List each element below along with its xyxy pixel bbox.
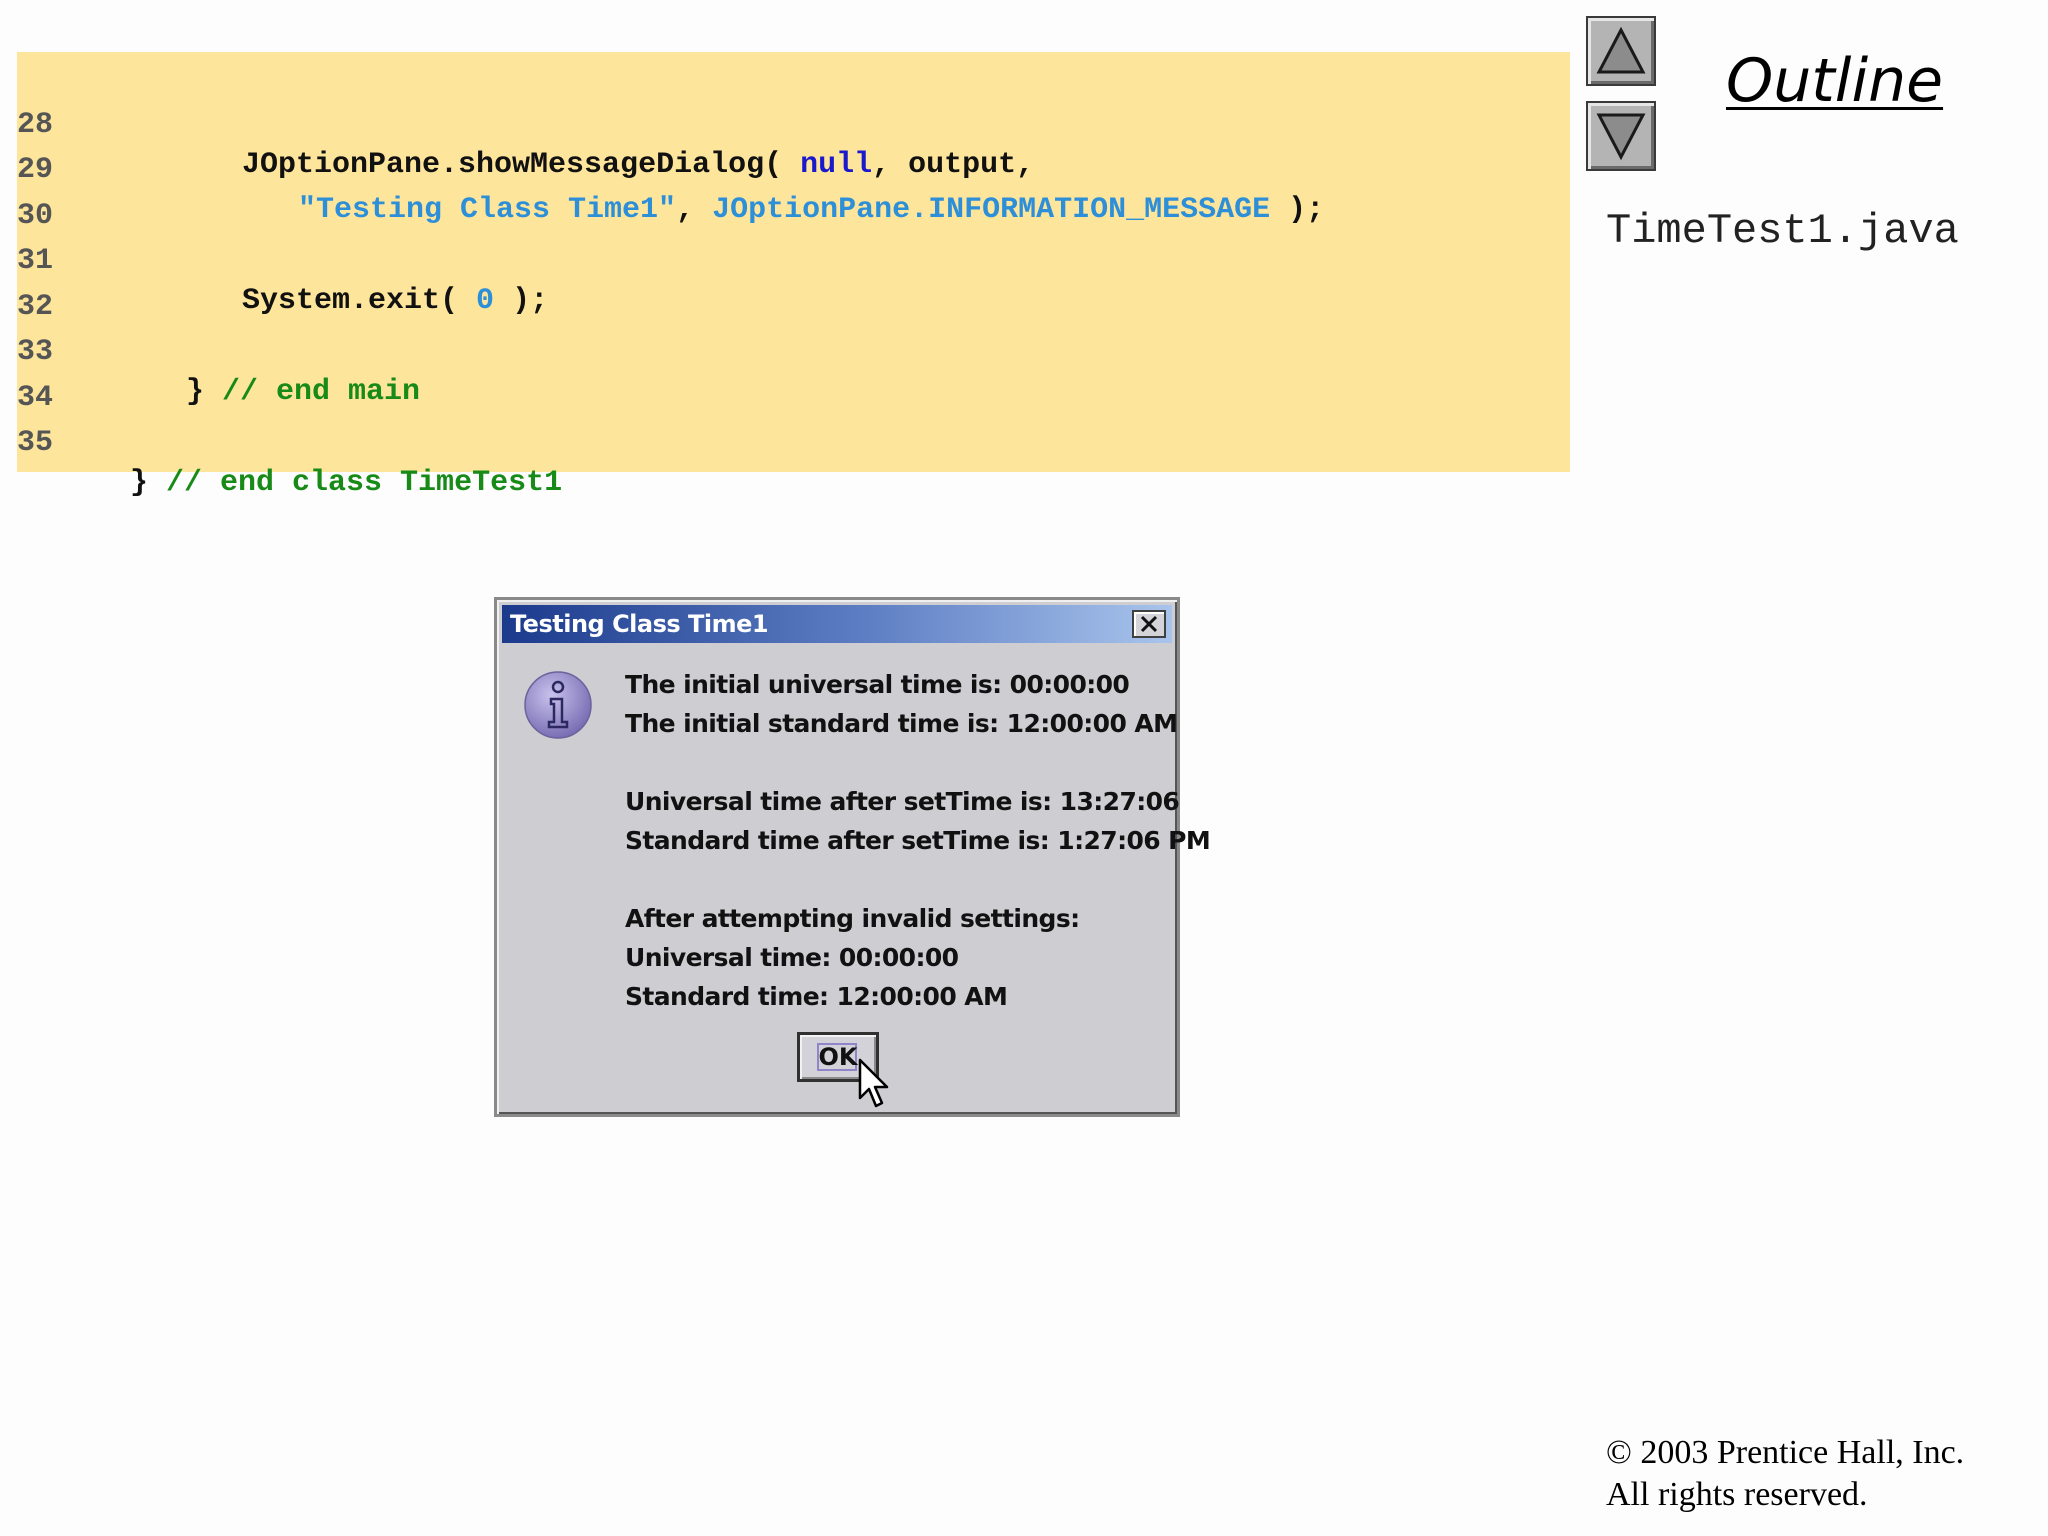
code-line: 35 } // end class TimeTest1 [17, 383, 562, 500]
mouse-cursor-icon [858, 1058, 889, 1108]
message-line: The initial universal time is: 00:00:00 [625, 670, 1130, 699]
line-number: 35 [17, 426, 54, 460]
message-dialog: Testing Class Time1 The initial universa… [494, 597, 1211, 1117]
code-text: System.exit( 0 ); [242, 284, 549, 318]
code-line: 29 "Testing Class Time1", JOptionPane.IN… [17, 110, 1324, 227]
code-text: } // end main [186, 375, 421, 409]
file-name: TimeTest1.java [1606, 207, 1959, 255]
message-line: The initial standard time is: 12:00:00 A… [625, 709, 1178, 738]
code-line: 28 JOptionPane.showMessageDialog( null, … [17, 65, 1034, 182]
code-text: JOptionPane.showMessageDialog( null, out… [242, 148, 1035, 182]
message-line: Universal time: 00:00:00 [625, 943, 959, 972]
copyright-notice: © 2003 Prentice Hall, Inc. All rights re… [1606, 1432, 1964, 1516]
message-line: Universal time after setTime is: 13:27:0… [625, 787, 1180, 816]
code-panel: 28 JOptionPane.showMessageDialog( null, … [17, 52, 1570, 500]
code-line: 30 [17, 156, 89, 233]
copyright-line: © 2003 Prentice Hall, Inc. [1606, 1434, 1965, 1471]
information-icon [524, 671, 592, 739]
code-text: "Testing Class Time1", JOptionPane.INFOR… [298, 193, 1325, 227]
triangle-up-icon [1596, 26, 1646, 74]
message-line: Standard time: 12:00:00 AM [625, 982, 1008, 1011]
close-button[interactable] [1132, 610, 1166, 638]
code-text: } // end class TimeTest1 [130, 466, 563, 500]
code-line: 34 [17, 338, 89, 415]
close-icon [1140, 615, 1158, 633]
message-line: Standard time after setTime is: 1:27:06 … [625, 826, 1211, 855]
triangle-down-icon [1596, 113, 1646, 161]
code-line: 32 [17, 247, 89, 324]
copyright-line: All rights reserved. [1606, 1476, 1868, 1513]
dialog-title: Testing Class Time1 [510, 610, 769, 638]
dialog-titlebar[interactable]: Testing Class Time1 [502, 605, 1172, 643]
outline-title[interactable]: Outline [1726, 46, 1943, 116]
message-line: After attempting invalid settings: [625, 904, 1080, 933]
code-line: 33 } // end main [17, 292, 420, 409]
scroll-up-button[interactable] [1586, 16, 1656, 86]
code-line: 31 System.exit( 0 ); [17, 201, 548, 318]
scroll-down-button[interactable] [1586, 101, 1656, 171]
